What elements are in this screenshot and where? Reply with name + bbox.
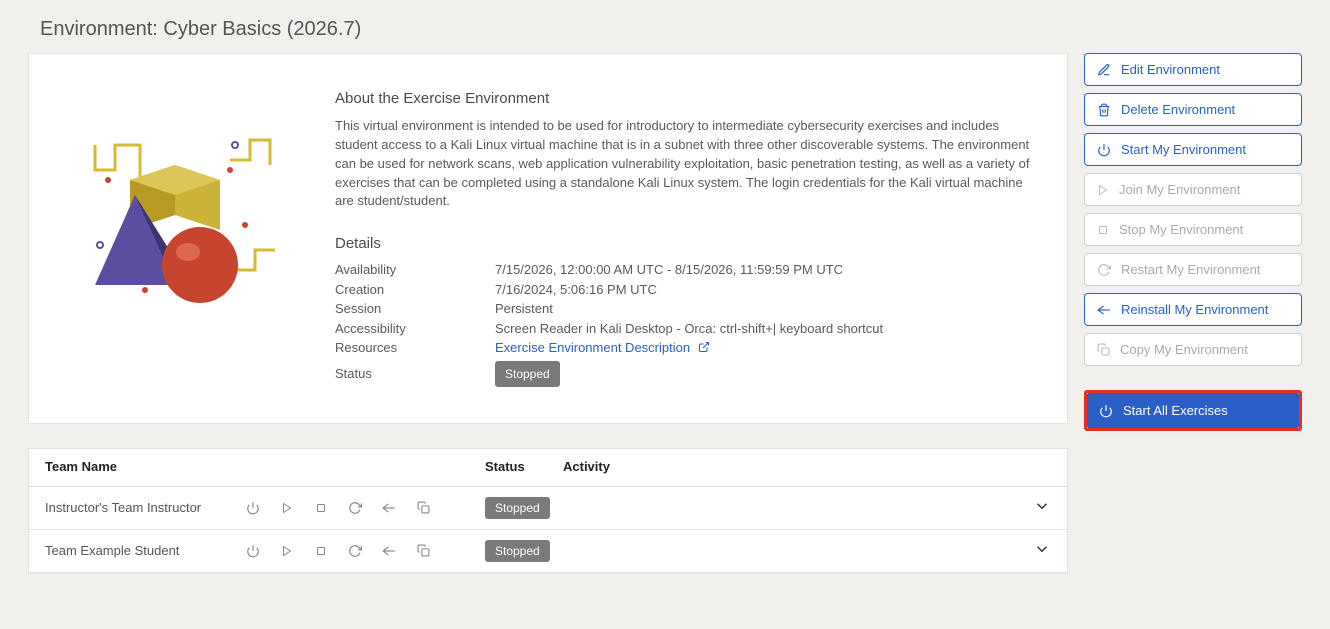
environment-thumbnail — [65, 90, 295, 310]
detail-value: Persistent — [495, 299, 1031, 319]
detail-label: Accessibility — [335, 319, 495, 339]
page-title: Environment: Cyber Basics (2026.7) — [0, 0, 1330, 53]
status-badge: Stopped — [495, 361, 560, 387]
environment-info-card: About the Exercise Environment This virt… — [28, 53, 1068, 424]
detail-session: Session Persistent — [335, 299, 1031, 319]
restart-icon — [1097, 263, 1111, 277]
team-header-activity: Activity — [563, 459, 1051, 474]
detail-label: Creation — [335, 280, 495, 300]
detail-accessibility: Accessibility Screen Reader in Kali Desk… — [335, 319, 1031, 339]
power-icon[interactable] — [245, 500, 261, 516]
team-name: Instructor's Team Instructor — [45, 500, 245, 515]
start-environment-button[interactable]: Start My Environment — [1084, 133, 1302, 166]
team-name: Team Example Student — [45, 543, 245, 558]
resources-link[interactable]: Exercise Environment Description — [495, 340, 710, 355]
play-icon[interactable] — [279, 500, 295, 516]
expand-row-icon[interactable] — [1033, 497, 1051, 518]
edit-environment-button[interactable]: Edit Environment — [1084, 53, 1302, 86]
join-environment-button[interactable]: Join My Environment — [1084, 173, 1302, 206]
power-icon — [1099, 404, 1113, 418]
detail-label: Session — [335, 299, 495, 319]
about-text: This virtual environment is intended to … — [335, 117, 1031, 211]
team-table: Team Name Status Activity Instructor's T… — [28, 448, 1068, 574]
play-icon[interactable] — [279, 543, 295, 559]
restart-icon[interactable] — [347, 500, 363, 516]
detail-value: 7/16/2024, 5:06:16 PM UTC — [495, 280, 1031, 300]
start-all-highlight: Start All Exercises — [1084, 390, 1302, 431]
play-icon — [1097, 184, 1109, 196]
detail-resources: Resources Exercise Environment Descripti… — [335, 338, 1031, 358]
team-header-status: Status — [485, 459, 563, 474]
team-table-header: Team Name Status Activity — [29, 449, 1067, 487]
detail-availability: Availability 7/15/2026, 12:00:00 AM UTC … — [335, 260, 1031, 280]
power-icon[interactable] — [245, 543, 261, 559]
detail-creation: Creation 7/16/2024, 5:06:16 PM UTC — [335, 280, 1031, 300]
team-row: Team Example Student Stopped — [29, 530, 1067, 573]
delete-environment-button[interactable]: Delete Environment — [1084, 93, 1302, 126]
stop-icon[interactable] — [313, 543, 329, 559]
pencil-icon — [1097, 63, 1111, 77]
copy-icon[interactable] — [415, 543, 431, 559]
details-heading: Details — [335, 235, 1031, 252]
detail-value: Screen Reader in Kali Desktop - Orca: ct… — [495, 319, 1031, 339]
copy-icon — [1097, 343, 1110, 356]
restart-environment-button[interactable]: Restart My Environment — [1084, 253, 1302, 286]
stop-icon[interactable] — [313, 500, 329, 516]
external-link-icon — [698, 339, 710, 359]
about-heading: About the Exercise Environment — [335, 90, 1031, 107]
reinstall-environment-button[interactable]: Reinstall My Environment — [1084, 293, 1302, 326]
copy-icon[interactable] — [415, 500, 431, 516]
trash-icon — [1097, 103, 1111, 117]
copy-environment-button[interactable]: Copy My Environment — [1084, 333, 1302, 366]
team-status-badge: Stopped — [485, 540, 550, 562]
geometric-art-icon — [80, 130, 280, 310]
detail-status: Status Stopped — [335, 361, 1031, 387]
power-icon — [1097, 143, 1111, 157]
detail-value: 7/15/2026, 12:00:00 AM UTC - 8/15/2026, … — [495, 260, 1031, 280]
stop-icon — [1097, 224, 1109, 236]
detail-label: Resources — [335, 338, 495, 358]
reinstall-icon[interactable] — [381, 500, 397, 516]
detail-label: Availability — [335, 260, 495, 280]
detail-label: Status — [335, 364, 495, 384]
reinstall-icon[interactable] — [381, 543, 397, 559]
expand-row-icon[interactable] — [1033, 540, 1051, 561]
start-all-exercises-button[interactable]: Start All Exercises — [1087, 393, 1299, 428]
restart-icon[interactable] — [347, 543, 363, 559]
team-header-name: Team Name — [45, 459, 485, 474]
team-status-badge: Stopped — [485, 497, 550, 519]
team-row: Instructor's Team Instructor Stopped — [29, 487, 1067, 530]
reinstall-icon — [1097, 303, 1111, 317]
stop-environment-button[interactable]: Stop My Environment — [1084, 213, 1302, 246]
